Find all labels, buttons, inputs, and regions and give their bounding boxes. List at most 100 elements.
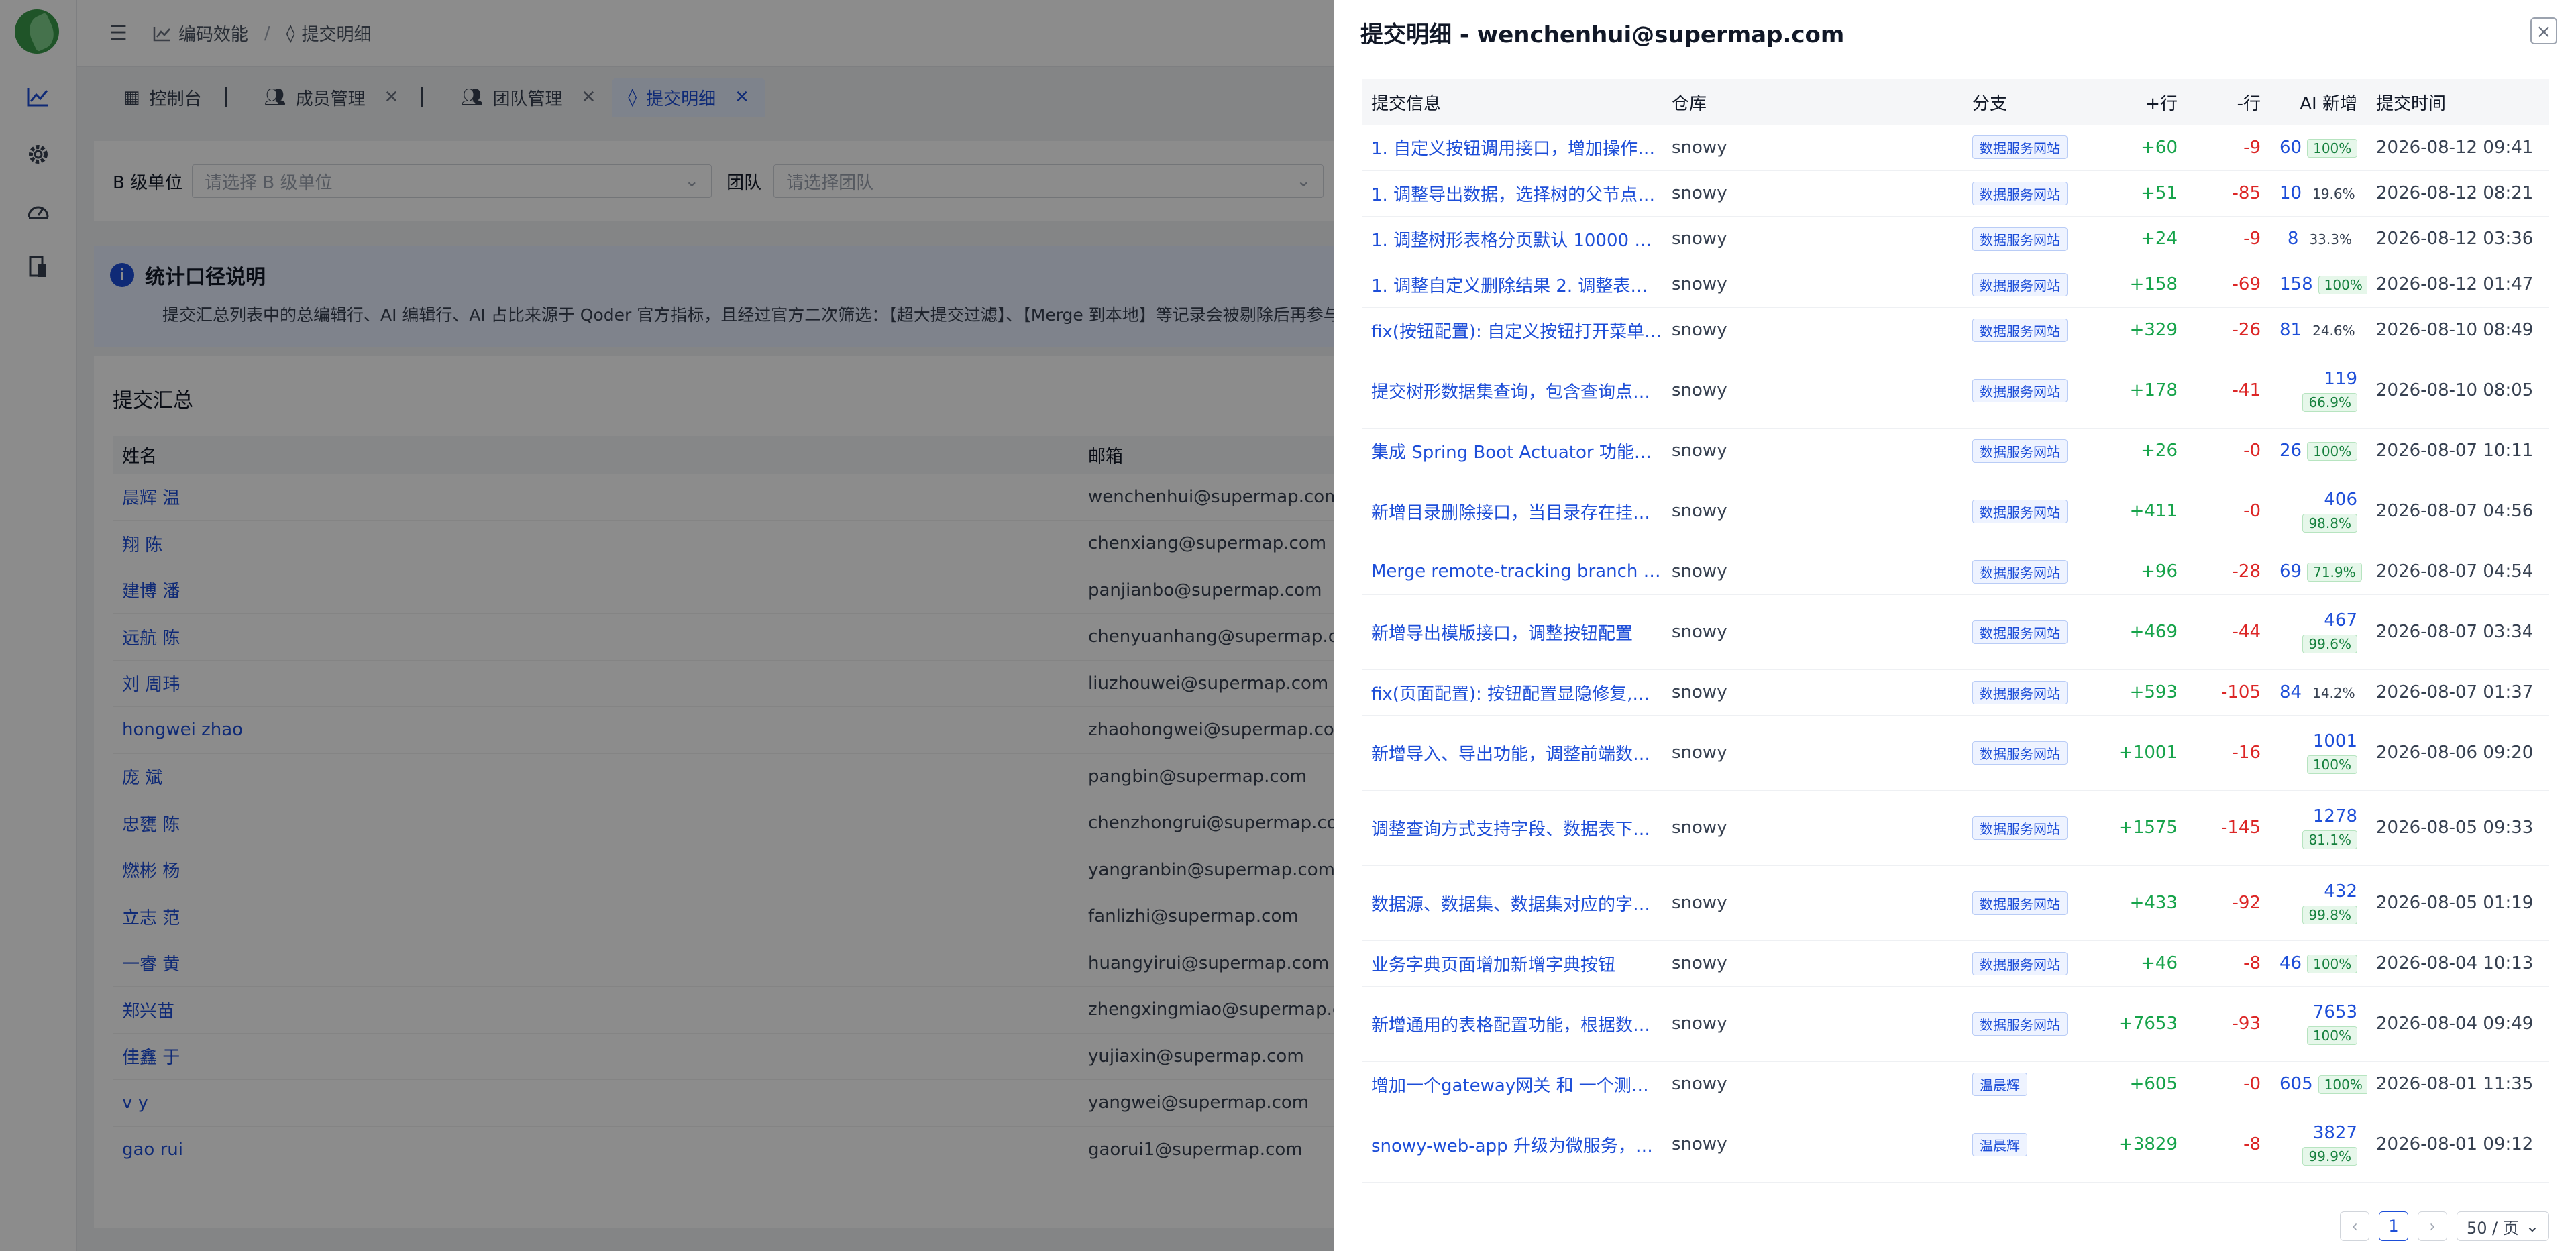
deleted-lines: -26	[2187, 307, 2270, 353]
commit-message-link[interactable]: 提交树形数据集查询，包含查询点击树…	[1362, 353, 1662, 429]
commit-message-link[interactable]: 增加一个gateway网关 和 一个测试的…	[1362, 1061, 1662, 1107]
ai-added-lines: 7653	[2312, 1002, 2357, 1022]
added-lines: +24	[2104, 216, 2187, 262]
commit-message-link[interactable]: 调整查询方式支持字段、数据表下拉框	[1362, 790, 1662, 866]
commit-time: 2026-08-07 04:56	[2367, 474, 2549, 549]
table-row: 调整查询方式支持字段、数据表下拉框 snowy 数据服务网站 +1575 -145 127…	[1362, 790, 2549, 866]
ai-ratio-badge: 33.3%	[2309, 231, 2352, 248]
commit-time: 2026-08-04 10:13	[2367, 940, 2549, 987]
branch-cell: 数据服务网站	[1963, 986, 2104, 1062]
ai-ratio-badge: 81.1%	[2302, 830, 2357, 849]
repo-name: snowy	[1662, 865, 1963, 941]
deleted-lines: -44	[2187, 594, 2270, 670]
commit-message-link[interactable]: 1. 自定义按钮调用接口，增加操作提示…	[1362, 125, 1662, 171]
added-lines: +433	[2104, 865, 2187, 941]
deleted-lines: -0	[2187, 1061, 2270, 1107]
table-row: 1. 调整树形表格分页默认 10000 条 2. 调…snowy 数据服务网站 +2…	[1362, 216, 2549, 262]
deleted-lines: -9	[2187, 216, 2270, 262]
commit-message-link[interactable]: fix(按钮配置): 自定义按钮打开菜单和ur…	[1362, 307, 1662, 353]
repo-name: snowy	[1662, 790, 1963, 866]
ai-added-cell: 119 66.9%	[2270, 353, 2367, 429]
branch-badge: 数据服务网站	[1972, 620, 2068, 644]
branch-cell: 数据服务网站	[1963, 307, 2104, 353]
added-lines: +51	[2104, 170, 2187, 217]
ai-added-lines: 60	[2279, 137, 2302, 158]
deleted-lines: -41	[2187, 353, 2270, 429]
deleted-lines: -105	[2187, 669, 2270, 716]
ai-ratio-badge: 100%	[2318, 1075, 2367, 1094]
table-row: Merge remote-tracking branch 'origin…sno…	[1362, 549, 2549, 595]
added-lines: +60	[2104, 125, 2187, 171]
added-lines: +46	[2104, 940, 2187, 987]
ai-added-lines: 8	[2287, 229, 2299, 249]
commit-message-link[interactable]: 新增通用的表格配置功能，根据数据库…	[1362, 986, 1662, 1062]
ai-added-cell: 84 14.2%	[2270, 669, 2367, 716]
branch-cell: 数据服务网站	[1963, 669, 2104, 716]
commit-message-link[interactable]: 集成 Spring Boot Actuator 功能，可以…	[1362, 428, 1662, 474]
ai-ratio-badge: 99.6%	[2302, 635, 2357, 653]
page-button[interactable]: 1	[2379, 1211, 2408, 1241]
added-lines: +26	[2104, 428, 2187, 474]
repo-name: snowy	[1662, 1107, 1963, 1183]
ai-ratio-badge: 14.2%	[2312, 685, 2355, 701]
commit-time: 2026-08-05 09:33	[2367, 790, 2549, 866]
chevron-right-icon[interactable]: ›	[2418, 1211, 2447, 1241]
branch-badge: 数据服务网站	[1972, 227, 2068, 251]
close-icon[interactable]: ×	[2530, 17, 2557, 44]
branch-badge: 数据服务网站	[1972, 378, 2068, 402]
commit-message-link[interactable]: 业务字典页面增加新增字典按钮	[1362, 940, 1662, 987]
commit-time: 2026-08-10 08:05	[2367, 353, 2549, 429]
table-row: fix(页面配置): 按钮配置显隐修复,自定… snowy 数据服务网站 +593 -1…	[1362, 669, 2549, 716]
commit-message-link[interactable]: 数据源、数据集、数据集对应的字段结…	[1362, 865, 1662, 941]
commit-message-link[interactable]: 1. 调整自定义删除结果 2. 调整表格内字…	[1362, 262, 1662, 308]
ai-added-cell: 26 100%	[2270, 428, 2367, 474]
commit-time: 2026-08-10 08:49	[2367, 307, 2549, 353]
commit-message-link[interactable]: 新增导出模版接口，调整按钮配置	[1362, 594, 1662, 670]
commit-message-link[interactable]: 新增导入、导出功能，调整前端数据模…	[1362, 715, 1662, 791]
ai-ratio-badge: 100%	[2306, 1026, 2357, 1045]
table-row: fix(按钮配置): 自定义按钮打开菜单和ur…snowy 数据服务网站 +329-…	[1362, 307, 2549, 353]
drawer-mask[interactable]	[0, 0, 1334, 1251]
branch-badge: 数据服务网站	[1972, 499, 2068, 523]
repo-name: snowy	[1662, 715, 1963, 791]
ai-added-lines: 158	[2279, 274, 2313, 294]
commit-time: 2026-08-12 08:21	[2367, 170, 2549, 217]
branch-cell: 温晨辉	[1963, 1061, 2104, 1107]
ai-ratio-badge: 100%	[2307, 955, 2358, 973]
table-row: snowy-web-app 升级为微服务，使用n…snowy 温晨辉 +3829-8…	[1362, 1107, 2549, 1183]
commit-message-link[interactable]: Merge remote-tracking branch 'origin…	[1362, 549, 1662, 595]
ai-added-lines: 1001	[2312, 731, 2357, 751]
ai-added-cell: 8 33.3%	[2270, 216, 2367, 262]
repo-name: snowy	[1662, 125, 1963, 171]
repo-name: snowy	[1662, 262, 1963, 308]
added-lines: +158	[2104, 262, 2187, 308]
ai-added-lines: 467	[2324, 610, 2357, 631]
ai-added-lines: 1278	[2312, 806, 2357, 826]
ai-added-lines: 3827	[2312, 1123, 2357, 1143]
commit-message-link[interactable]: fix(页面配置): 按钮配置显隐修复,自定…	[1362, 669, 1662, 716]
column-header-branch: 分支	[1963, 79, 2104, 125]
page-size-select[interactable]: 50 / 页 ⌄	[2457, 1211, 2549, 1241]
table-row: 数据源、数据集、数据集对应的字段结… snowy 数据服务网站 +433 -92 432 9…	[1362, 865, 2549, 941]
ai-ratio-badge: 100%	[2318, 276, 2367, 294]
ai-added-lines: 119	[2324, 369, 2357, 389]
deleted-lines: -85	[2187, 170, 2270, 217]
commit-message-link[interactable]: 1. 调整树形表格分页默认 10000 条 2. 调…	[1362, 216, 1662, 262]
commit-message-link[interactable]: snowy-web-app 升级为微服务，使用n…	[1362, 1107, 1662, 1183]
branch-badge: 温晨辉	[1972, 1072, 2027, 1096]
branch-badge: 数据服务网站	[1972, 272, 2068, 296]
pagination: ‹ 1 › 50 / 页 ⌄	[2340, 1211, 2549, 1241]
branch-badge: 温晨辉	[1972, 1132, 2027, 1156]
branch-badge: 数据服务网站	[1972, 951, 2068, 975]
column-header-deleted: -行	[2187, 79, 2270, 125]
added-lines: +7653	[2104, 986, 2187, 1062]
ai-ratio-badge: 100%	[2307, 138, 2358, 158]
ai-ratio-badge: 19.6%	[2312, 186, 2355, 202]
commit-message-link[interactable]: 1. 调整导出数据，选择树的父节点查询…	[1362, 170, 1662, 217]
chevron-left-icon[interactable]: ‹	[2340, 1211, 2369, 1241]
commit-table: 提交信息 仓库 分支 +行 -行 AI 新增 提交时间 1. 自定义按钮调用接口…	[1362, 79, 2549, 1183]
commit-time: 2026-08-01 09:12	[2367, 1107, 2549, 1183]
commit-message-link[interactable]: 新增目录删除接口，当目录存在挂接的…	[1362, 474, 1662, 549]
commit-time: 2026-08-05 01:19	[2367, 865, 2549, 941]
branch-badge: 数据服务网站	[1972, 559, 2068, 584]
